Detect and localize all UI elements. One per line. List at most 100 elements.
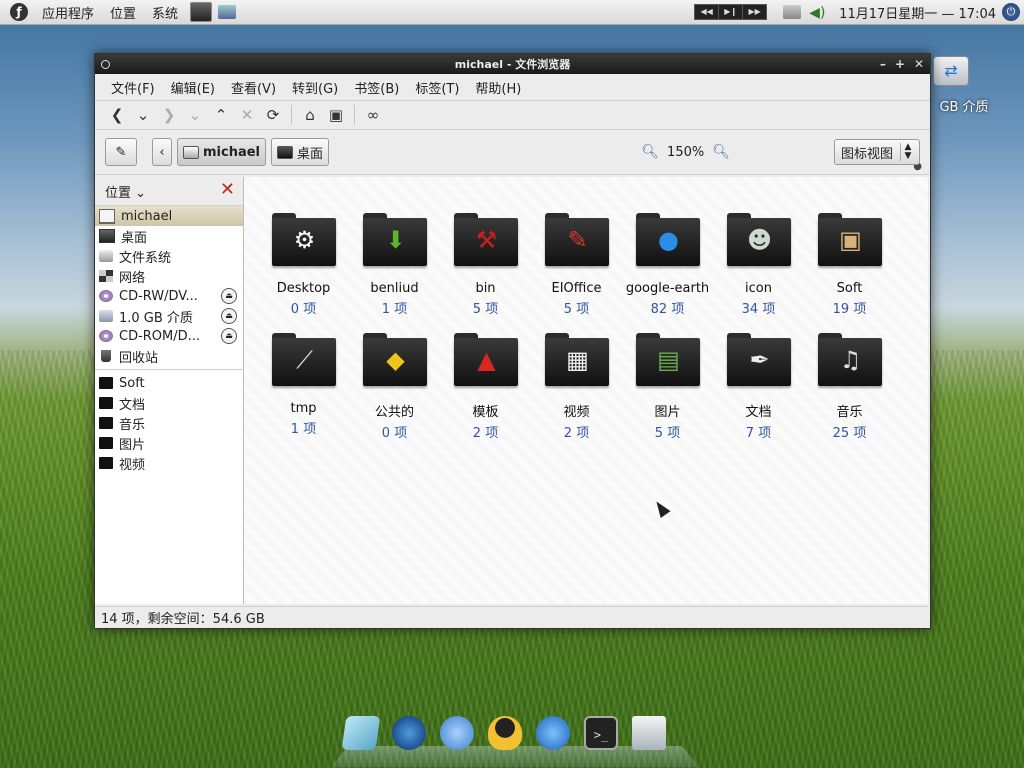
sidebar-item-place[interactable]: 回收站	[95, 346, 243, 366]
toolbar: ❮ ⌄ ❯ ⌄ ⌃ ✕ ⟳ ⌂ ▣ ∞	[95, 101, 930, 130]
forward-icon[interactable]: ❯	[157, 104, 181, 126]
clock[interactable]: 11月17日星期一 — 17:04	[839, 3, 996, 22]
menu-bookmarks[interactable]: 书签(B)	[346, 78, 407, 97]
sidebar-item-place[interactable]: CD-RW/DV... ⏏	[95, 286, 243, 306]
terminal-icon[interactable]: >_	[584, 716, 618, 750]
menu-tabs[interactable]: 标签(T)	[407, 78, 467, 97]
menu-edit[interactable]: 编辑(E)	[163, 78, 223, 97]
title-bar[interactable]: michael - 文件浏览器 – + ✕	[95, 54, 930, 74]
sidebar-item-bookmark[interactable]: 文档	[95, 393, 243, 413]
network-launcher-icon[interactable]	[218, 5, 237, 19]
folder-item[interactable]: ▣ Soft 19 项	[804, 213, 895, 325]
globe-icon: ●	[658, 226, 679, 254]
stop-icon[interactable]: ✕	[235, 104, 259, 126]
sidebar-item-bookmark[interactable]: 视频	[95, 453, 243, 473]
sidebar-item-bookmark[interactable]: Soft	[95, 373, 243, 393]
up-icon[interactable]: ⌃	[209, 104, 233, 126]
folder-item[interactable]: ◆ 公共的 0 项	[349, 333, 440, 445]
messenger-icon[interactable]	[440, 716, 474, 750]
notes-app-icon[interactable]	[341, 716, 381, 750]
close-icon[interactable]: ✕	[914, 54, 924, 74]
folder-item[interactable]: ▤ 图片 5 项	[622, 333, 713, 445]
window-title: michael - 文件浏览器	[454, 58, 571, 71]
sidebar-item-place[interactable]: michael	[95, 206, 243, 226]
minimize-icon[interactable]: –	[880, 54, 886, 74]
sidebar-item-label: 视频	[119, 457, 146, 473]
eject-icon[interactable]: ⏏	[221, 308, 237, 324]
folder-icon: ✎	[543, 213, 611, 269]
zoom-control: 🔍︎ 150% 🔍︎	[641, 144, 730, 160]
view-mode-label: 图标视图	[841, 146, 894, 162]
reload-icon[interactable]: ⟳	[261, 104, 285, 126]
power-icon[interactable]: ⏻	[1002, 3, 1020, 21]
firefox-icon[interactable]	[392, 716, 426, 750]
folder-item[interactable]: ● google-earth 82 项	[622, 213, 713, 325]
gnome-foot-icon[interactable]: ƒ	[10, 3, 28, 21]
status-bar: 14 项，剩余空间：54.6 GB	[95, 606, 928, 628]
sidebar-item-place[interactable]: 桌面	[95, 226, 243, 246]
folder-item[interactable]: ⚙ Desktop 0 项	[258, 213, 349, 325]
folder-item[interactable]: ⟋ tmp 1 项	[258, 333, 349, 445]
folder-icon: ◆	[361, 333, 429, 389]
toggle-location-entry-button[interactable]: ✎	[105, 138, 137, 166]
zoom-in-icon[interactable]: 🔍︎	[712, 144, 730, 160]
folder-icon: ▲	[452, 333, 520, 389]
sidebar-type-label: 位置	[105, 185, 132, 201]
folder-item[interactable]: ⬇ benliud 1 项	[349, 213, 440, 325]
show-desktop-icon[interactable]	[190, 2, 213, 22]
home-icon[interactable]: ⌂	[298, 104, 322, 126]
sidebar-item-place[interactable]: 网络	[95, 266, 243, 286]
folder-item[interactable]: ✒ 文档 7 项	[713, 333, 804, 445]
desktop-drive[interactable]: ⇄ GB 介质	[928, 56, 989, 115]
qq-penguin-icon[interactable]	[488, 716, 522, 750]
crumb-desktop-button[interactable]: 桌面	[271, 138, 330, 166]
photos-icon: ▤	[657, 346, 680, 374]
system-menu[interactable]: 系统	[144, 3, 186, 22]
applications-menu[interactable]: 应用程序	[34, 3, 102, 22]
sidebar-item-place[interactable]: CD-ROM/D... ⏏	[95, 326, 243, 346]
folder-item[interactable]: ♫ 音乐 25 项	[804, 333, 895, 445]
disk-drive-icon[interactable]	[632, 716, 666, 750]
icon-view[interactable]: ⚙ Desktop 0 项 ⬇ benliud 1 项 ⚒ bin 5 项 ✎ EIOffice 5 …	[244, 177, 928, 604]
crumb-home-button[interactable]: michael	[177, 138, 267, 166]
menu-go[interactable]: 转到(G)	[284, 78, 346, 97]
path-scroll-left-button[interactable]: ‹	[152, 138, 172, 166]
cd-icon	[99, 330, 113, 342]
volume-icon[interactable]: ◀)	[809, 5, 827, 21]
folder-name: benliud	[370, 281, 419, 296]
sidebar-item-place[interactable]: 文件系统	[95, 246, 243, 266]
folder-item[interactable]: ▲ 模板 2 项	[440, 333, 531, 445]
browser-body: 位置 ⌄ ✕ michael 桌面 文件系统 网络 CD-RW/DV... ⏏ 1.0 GB…	[95, 177, 928, 604]
printer-icon[interactable]	[783, 5, 802, 19]
play-pause-icon[interactable]: ▶❙	[719, 5, 744, 19]
sidebar-item-bookmark[interactable]: 图片	[95, 433, 243, 453]
maximize-icon[interactable]: +	[895, 54, 905, 74]
zoom-out-icon[interactable]: 🔍︎	[641, 144, 659, 160]
back-icon[interactable]: ❮	[105, 104, 129, 126]
sidebar-type-select[interactable]: 位置 ⌄	[105, 182, 146, 201]
back-history-chevron-icon[interactable]: ⌄	[131, 104, 155, 126]
computer-icon[interactable]: ▣	[324, 104, 348, 126]
menu-help[interactable]: 帮助(H)	[467, 78, 529, 97]
internet-explorer-icon[interactable]	[536, 716, 570, 750]
search-binoculars-icon[interactable]: ∞	[361, 104, 385, 126]
folder-item[interactable]: ☻ icon 34 项	[713, 213, 804, 325]
sidebar-item-bookmark[interactable]: 音乐	[95, 413, 243, 433]
close-sidebar-icon[interactable]: ✕	[220, 181, 235, 199]
places-menu[interactable]: 位置	[102, 3, 144, 22]
folder-item[interactable]: ✎ EIOffice 5 项	[531, 213, 622, 325]
folder-item[interactable]: ⚒ bin 5 项	[440, 213, 531, 325]
zoom-level[interactable]: 150%	[667, 145, 704, 160]
view-mode-select[interactable]: 图标视图 ▲ ▼	[834, 139, 920, 165]
eject-icon[interactable]: ⏏	[221, 288, 237, 304]
forward-history-chevron-icon[interactable]: ⌄	[183, 104, 207, 126]
eject-icon[interactable]: ⏏	[221, 328, 237, 344]
menu-view[interactable]: 查看(V)	[223, 78, 284, 97]
previous-track-icon[interactable]: ◀◀	[695, 5, 720, 19]
menu-file[interactable]: 文件(F)	[103, 78, 163, 97]
next-track-icon[interactable]: ▶▶	[743, 5, 766, 19]
folder-name: tmp	[290, 401, 317, 416]
folder-item[interactable]: ▦ 视频 2 项	[531, 333, 622, 445]
sidebar-item-place[interactable]: 1.0 GB 介质 ⏏	[95, 306, 243, 326]
text-entry-icon: ✎	[115, 144, 127, 160]
